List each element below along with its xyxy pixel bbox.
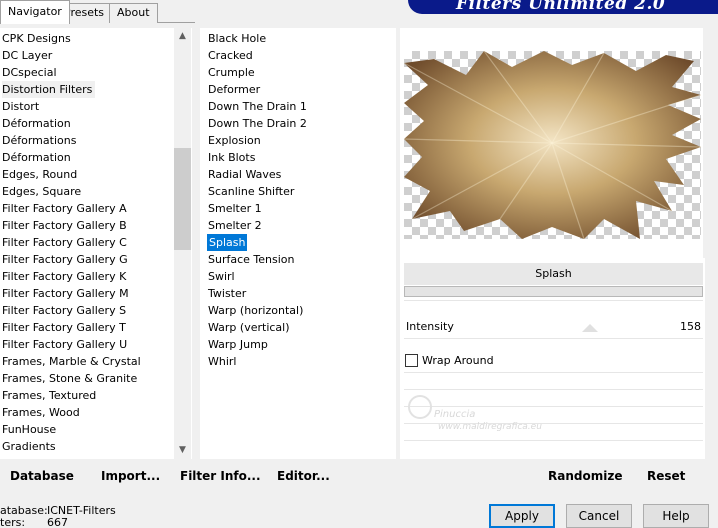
filter-item[interactable]: Down The Drain 1: [208, 98, 307, 115]
category-item[interactable]: CPK Designs: [2, 30, 71, 47]
parameter-bar: [404, 286, 703, 297]
filter-item[interactable]: Warp (vertical): [208, 319, 290, 336]
category-item[interactable]: DC Layer: [2, 47, 52, 64]
category-item[interactable]: Edges, Round: [2, 166, 77, 183]
filter-item[interactable]: Black Hole: [208, 30, 266, 47]
filters-count-value: 667: [47, 516, 68, 528]
category-item[interactable]: Frames, Textured: [2, 387, 96, 404]
filter-item[interactable]: Splash: [207, 234, 248, 251]
category-item[interactable]: Filter Factory Gallery S: [2, 302, 126, 319]
divider: [404, 338, 703, 339]
app-banner: Filters Unlimited 2.0: [408, 0, 718, 14]
filter-item[interactable]: Warp Jump: [208, 336, 268, 353]
category-item[interactable]: Filter Factory Gallery U: [2, 336, 127, 353]
import-button[interactable]: Import...: [101, 462, 160, 490]
editor-button[interactable]: Editor...: [277, 462, 330, 490]
divider: [404, 300, 703, 301]
filter-item[interactable]: Warp (horizontal): [208, 302, 303, 319]
filter-item[interactable]: Whirl: [208, 353, 236, 370]
watermark: Pinuccia www.maldiregrafica.eu: [408, 395, 588, 435]
cancel-button[interactable]: Cancel: [566, 504, 632, 528]
category-item[interactable]: Filter Factory Gallery K: [2, 268, 126, 285]
reset-button[interactable]: Reset: [647, 462, 685, 490]
app-title: Filters Unlimited 2.0: [456, 0, 666, 14]
category-item[interactable]: Déformations: [2, 132, 76, 149]
intensity-value: 158: [680, 320, 701, 333]
watermark-site: www.maldiregrafica.eu: [438, 422, 542, 432]
filter-list[interactable]: Black Hole Cracked Crumple Deformer Down The…: [200, 28, 396, 459]
tab-about[interactable]: About: [109, 3, 158, 23]
divider: [404, 440, 703, 441]
scroll-thumb[interactable]: [174, 148, 191, 250]
filter-item[interactable]: Crumple: [208, 64, 255, 81]
filter-item[interactable]: Swirl: [208, 268, 235, 285]
slider-marker[interactable]: [582, 324, 598, 332]
category-item[interactable]: Filter Factory Gallery C: [2, 234, 127, 251]
intensity-label: Intensity: [406, 320, 454, 333]
database-button[interactable]: Database: [10, 462, 74, 490]
wrap-around-label: Wrap Around: [422, 354, 494, 367]
filter-item[interactable]: Explosion: [208, 132, 261, 149]
category-item[interactable]: Filter Factory Gallery M: [2, 285, 129, 302]
category-item[interactable]: Distort: [2, 98, 39, 115]
chevron-up-icon[interactable]: ▲: [174, 28, 191, 45]
bottom-toolbar: Database Import... Filter Info... Editor…: [0, 462, 708, 490]
divider: [404, 372, 703, 373]
wrap-around-checkbox[interactable]: [405, 354, 418, 367]
filter-name-label: Splash: [404, 263, 703, 285]
category-item[interactable]: Filter Factory Gallery T: [2, 319, 126, 336]
category-item[interactable]: Distortion Filters: [2, 81, 96, 98]
filter-item[interactable]: Radial Waves: [208, 166, 281, 183]
filter-item[interactable]: Ink Blots: [208, 149, 255, 166]
intensity-slider[interactable]: Intensity 158: [404, 318, 703, 336]
category-item[interactable]: Filter Factory Gallery A: [2, 200, 127, 217]
category-item[interactable]: Filter Factory Gallery B: [2, 217, 127, 234]
category-item[interactable]: Edges, Square: [2, 183, 81, 200]
wrap-around-row[interactable]: Wrap Around: [404, 352, 703, 370]
category-item[interactable]: DCspecial: [2, 64, 57, 81]
help-button[interactable]: Help: [643, 504, 709, 528]
filter-item[interactable]: Smelter 2: [208, 217, 262, 234]
category-scrollbar[interactable]: ▲ ▼: [174, 28, 191, 459]
filter-item[interactable]: Smelter 1: [208, 200, 262, 217]
filters-count-label: ters:: [0, 516, 26, 528]
category-item[interactable]: Filter Factory Gallery G: [2, 251, 128, 268]
category-item[interactable]: Frames, Stone & Granite: [2, 370, 137, 387]
filter-item[interactable]: Deformer: [208, 81, 260, 98]
filter-item[interactable]: Cracked: [208, 47, 253, 64]
category-item[interactable]: Frames, Marble & Crystal: [2, 353, 141, 370]
divider: [404, 389, 703, 390]
filter-item[interactable]: Twister: [208, 285, 246, 302]
category-item[interactable]: Gradients: [2, 438, 56, 455]
filter-item[interactable]: Scanline Shifter: [208, 183, 294, 200]
apply-button[interactable]: Apply: [489, 504, 555, 528]
filter-item[interactable]: Down The Drain 2: [208, 115, 307, 132]
tab-navigator[interactable]: Navigator: [0, 0, 70, 24]
category-item[interactable]: Frames, Wood: [2, 404, 80, 421]
chevron-down-icon[interactable]: ▼: [174, 442, 191, 459]
category-list[interactable]: CPK Designs DC Layer DCspecial Distortion F…: [0, 28, 192, 459]
filters-count-info: ters: 667: [0, 516, 68, 528]
category-item[interactable]: Déformation: [2, 115, 71, 132]
watermark-logo-icon: [408, 395, 432, 419]
category-item[interactable]: FunHouse: [2, 421, 56, 438]
randomize-button[interactable]: Randomize: [548, 462, 622, 490]
preview-image: [404, 51, 701, 239]
filter-info-button[interactable]: Filter Info...: [180, 462, 261, 490]
category-item[interactable]: Déformation: [2, 149, 71, 166]
filter-item[interactable]: Surface Tension: [208, 251, 294, 268]
watermark-name: Pinuccia: [434, 409, 476, 420]
